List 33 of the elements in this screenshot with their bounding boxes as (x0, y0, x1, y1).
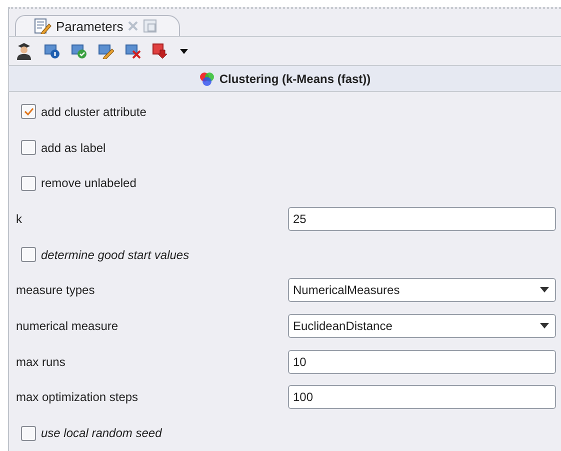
parameter-label: max runs (16, 354, 66, 369)
checkbox-label: add as label (41, 140, 106, 155)
color-wheel-icon (199, 70, 216, 86)
dropdown[interactable]: NumericalMeasures (288, 278, 556, 302)
checkbox-label: determine good start values (41, 248, 190, 262)
checkmark-icon (24, 107, 34, 116)
checkbox-label: use local random seed (41, 426, 162, 440)
checkbox[interactable] (21, 104, 36, 120)
checkbox-label: add cluster attribute (41, 104, 146, 119)
check-icon[interactable] (71, 43, 87, 59)
checkbox[interactable] (21, 426, 36, 441)
checkbox[interactable] (21, 176, 36, 191)
parameter-label: measure types (16, 283, 96, 298)
pencil-icon[interactable] (98, 43, 114, 59)
parameter-label: k (16, 212, 23, 226)
input-field[interactable]: 100 (288, 385, 556, 410)
dropdown-arrow-icon (540, 322, 549, 329)
dropdown[interactable]: EuclideanDistance (288, 314, 556, 338)
parameter-label: numerical measure (16, 318, 120, 333)
delete-icon[interactable] (125, 43, 141, 59)
info-icon[interactable] (44, 43, 60, 59)
operator-title: Clustering (k-Means (fast)) (219, 72, 371, 86)
input-field[interactable]: 10 (288, 350, 556, 374)
document-pencil-icon (34, 18, 52, 34)
user-icon[interactable] (15, 42, 33, 60)
box-arrow-icon[interactable] (152, 43, 168, 59)
checkbox-label: remove unlabeled (41, 176, 136, 190)
parameter-label: max optimization steps (16, 390, 140, 404)
caret-icon[interactable] (179, 47, 189, 55)
checkbox[interactable] (21, 247, 36, 262)
input-field[interactable]: 25 (288, 206, 556, 231)
dropdown-arrow-icon (540, 287, 549, 294)
checkbox[interactable] (21, 140, 36, 156)
